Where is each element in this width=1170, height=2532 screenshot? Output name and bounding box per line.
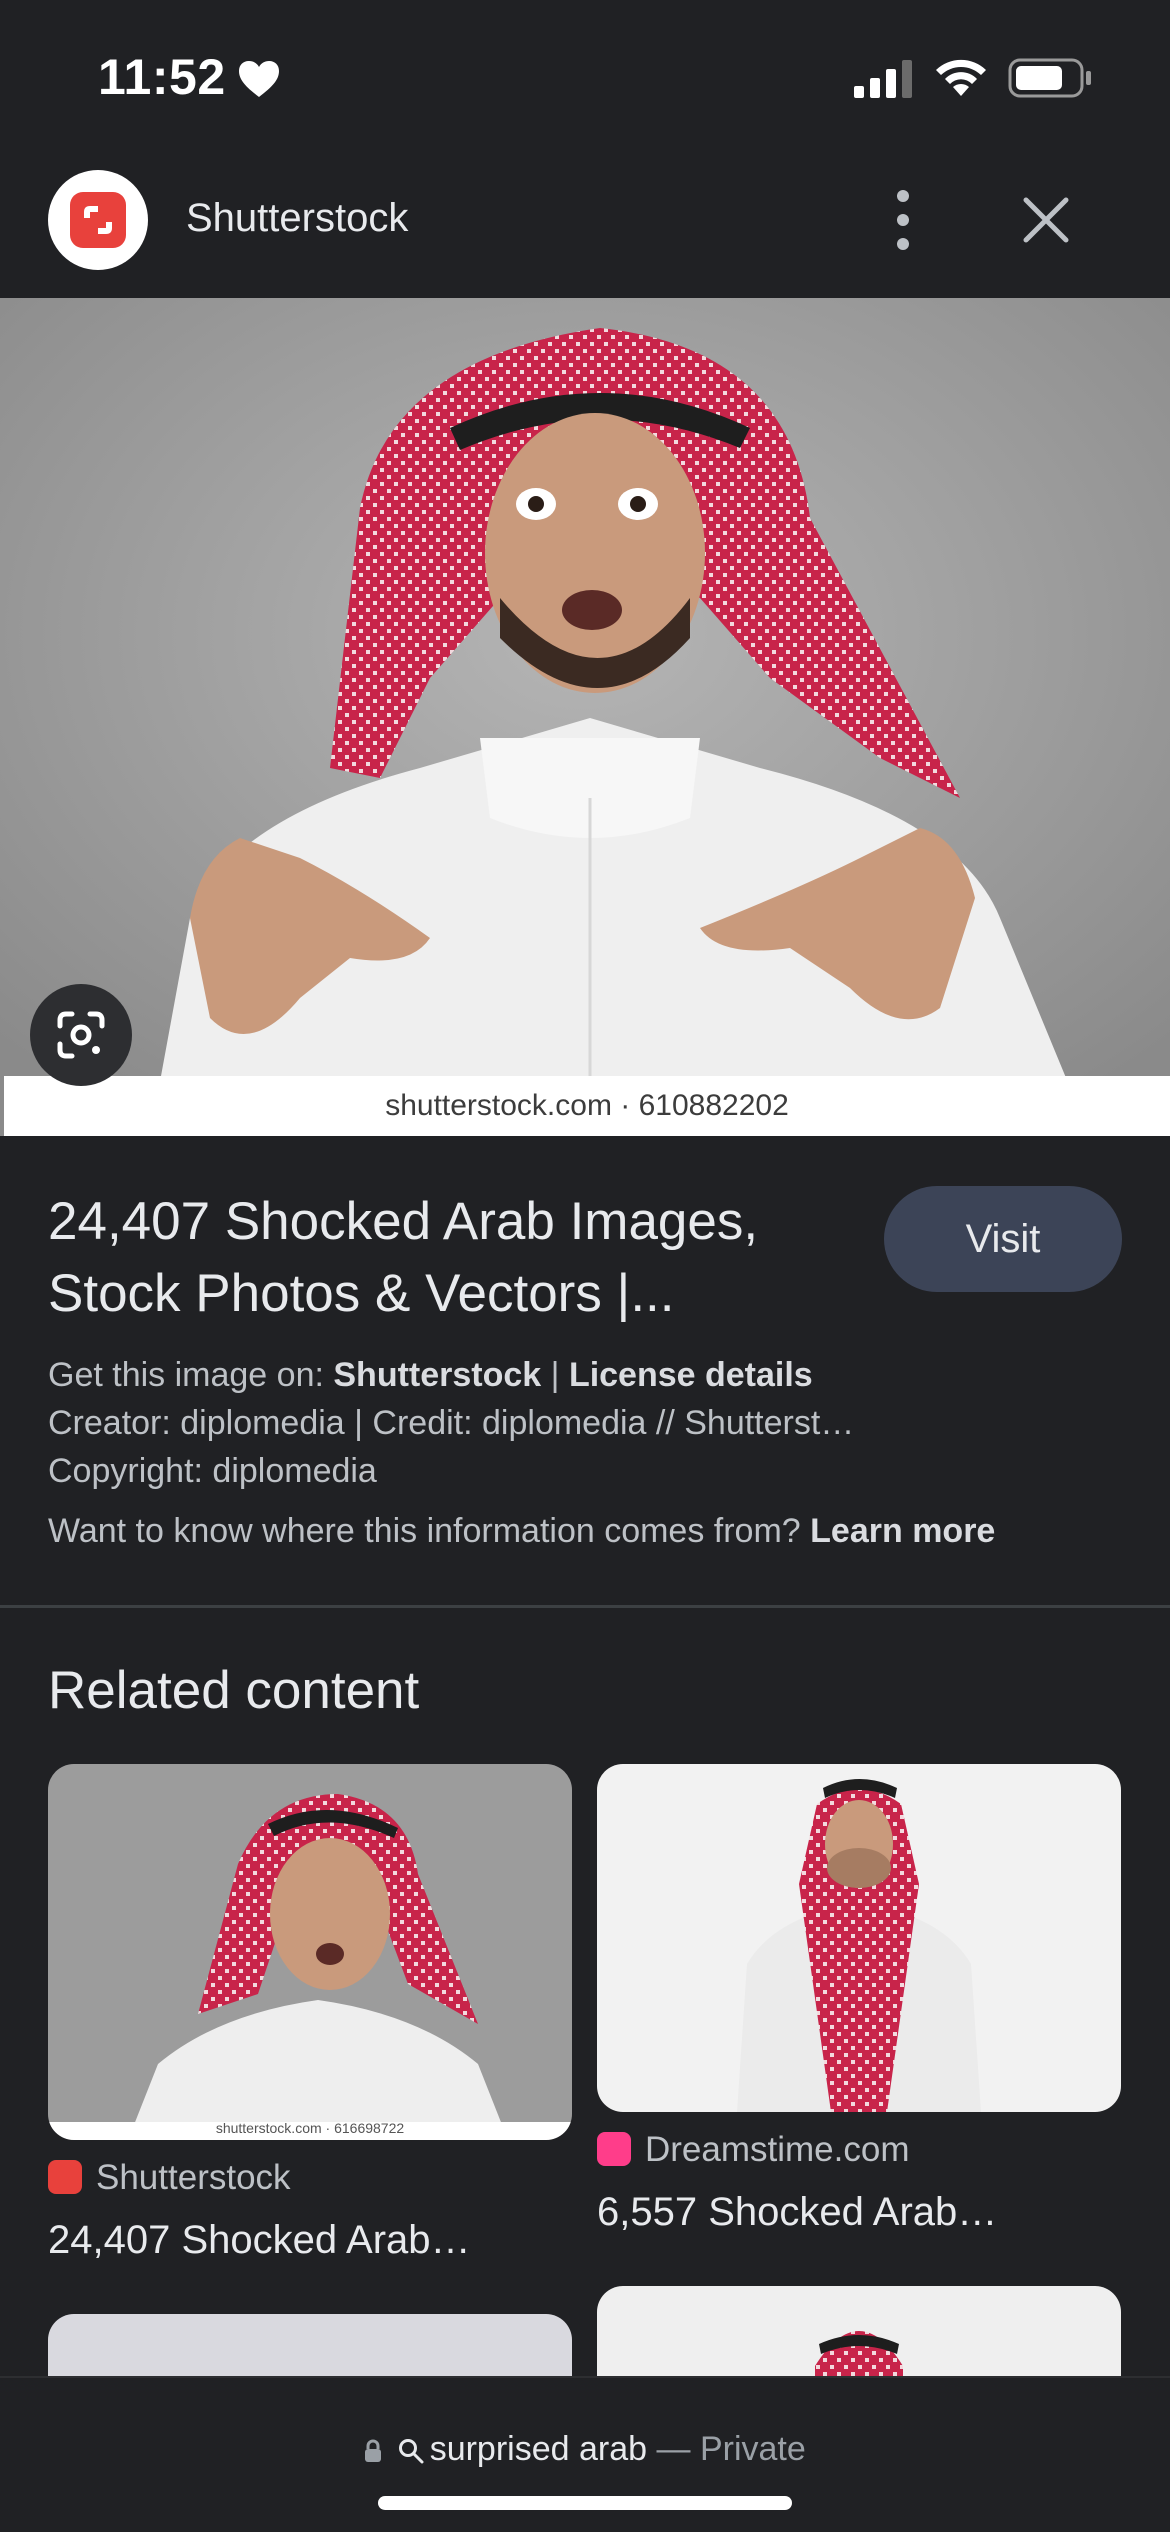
google-lens-icon [57,1011,105,1059]
heart-icon [239,61,279,97]
battery-icon [1008,58,1091,98]
info-source-line: Want to know where this information come… [48,1512,1128,1551]
get-image-line: Get this image on: Shutterstock | Licens… [48,1356,1128,1395]
info-question: Want to know where this information come… [48,1512,811,1550]
result-title[interactable]: 24,407 Shocked Arab Images, Stock Photos… [48,1186,868,1330]
get-image-source-link[interactable]: Shutterstock [333,1356,541,1394]
hero-image[interactable]: shutterstock.com · 610882202 [0,298,1170,1136]
result-title-line1: 24,407 Shocked Arab Images, [48,1192,759,1251]
image-viewer-page: 11:52 Shutterstock shutterstock.com · 61… [0,0,1170,2532]
shutterstock-logo-icon [70,192,126,248]
query-dash: — [647,2430,700,2468]
search-icon [398,2439,424,2464]
result-title-line2: Stock Photos & Vectors |... [48,1264,675,1323]
related-content-heading: Related content [48,1661,420,1720]
creator-line: Creator: diplomedia | Credit: diplomedia… [48,1404,855,1442]
related-photo-2 [597,1764,1121,2112]
browsing-mode: Private [699,2430,806,2468]
cellular-signal-icon [854,60,912,98]
related-source-1[interactable]: Shutterstock [48,2158,291,2198]
lens-button[interactable] [30,984,132,1086]
related-image-2[interactable] [597,1764,1121,2112]
home-indicator[interactable] [378,2496,792,2510]
copyright-line: Copyright: diplomedia [48,1452,377,1490]
related-source-name-1: Shutterstock [96,2158,291,2197]
more-vert-icon[interactable] [874,186,932,254]
search-query-display[interactable]: surprised arab — Private [0,2430,1170,2469]
related-source-2[interactable]: Dreamstime.com [597,2130,909,2170]
site-logo[interactable] [48,170,148,270]
close-icon[interactable] [1016,190,1076,250]
learn-more-link[interactable]: Learn more [810,1512,995,1550]
section-divider [0,1605,1170,1608]
shutterstock-favicon-icon [48,2160,82,2194]
related-photo-1 [48,1764,572,2140]
site-name[interactable]: Shutterstock [186,196,408,241]
status-time: 11:52 [98,49,226,105]
related-source-name-2: Dreamstime.com [645,2130,910,2169]
license-details-link[interactable]: License details [569,1356,813,1394]
lock-icon [365,2439,382,2462]
bottom-address-bar[interactable]: surprised arab — Private [0,2376,1170,2532]
viewer-header: Shutterstock [0,150,1170,298]
related-title-1[interactable]: 24,407 Shocked Arab… [48,2218,471,2263]
visit-button[interactable]: Visit [884,1186,1122,1292]
dreamstime-favicon-icon [597,2132,631,2166]
hero-photo [0,298,1170,1136]
related-watermark-1: shutterstock.com · 616698722 [215,2120,405,2136]
get-image-prefix: Get this image on: [48,1356,334,1394]
status-bar: 11:52 [0,0,1170,150]
wifi-icon [936,59,986,96]
image-watermark: shutterstock.com · 610882202 [4,1076,1170,1136]
related-title-2[interactable]: 6,557 Shocked Arab… [597,2190,997,2235]
related-image-1[interactable]: shutterstock.com · 616698722 [48,1764,572,2140]
separator: | [541,1356,569,1394]
search-query: surprised arab [429,2430,648,2468]
